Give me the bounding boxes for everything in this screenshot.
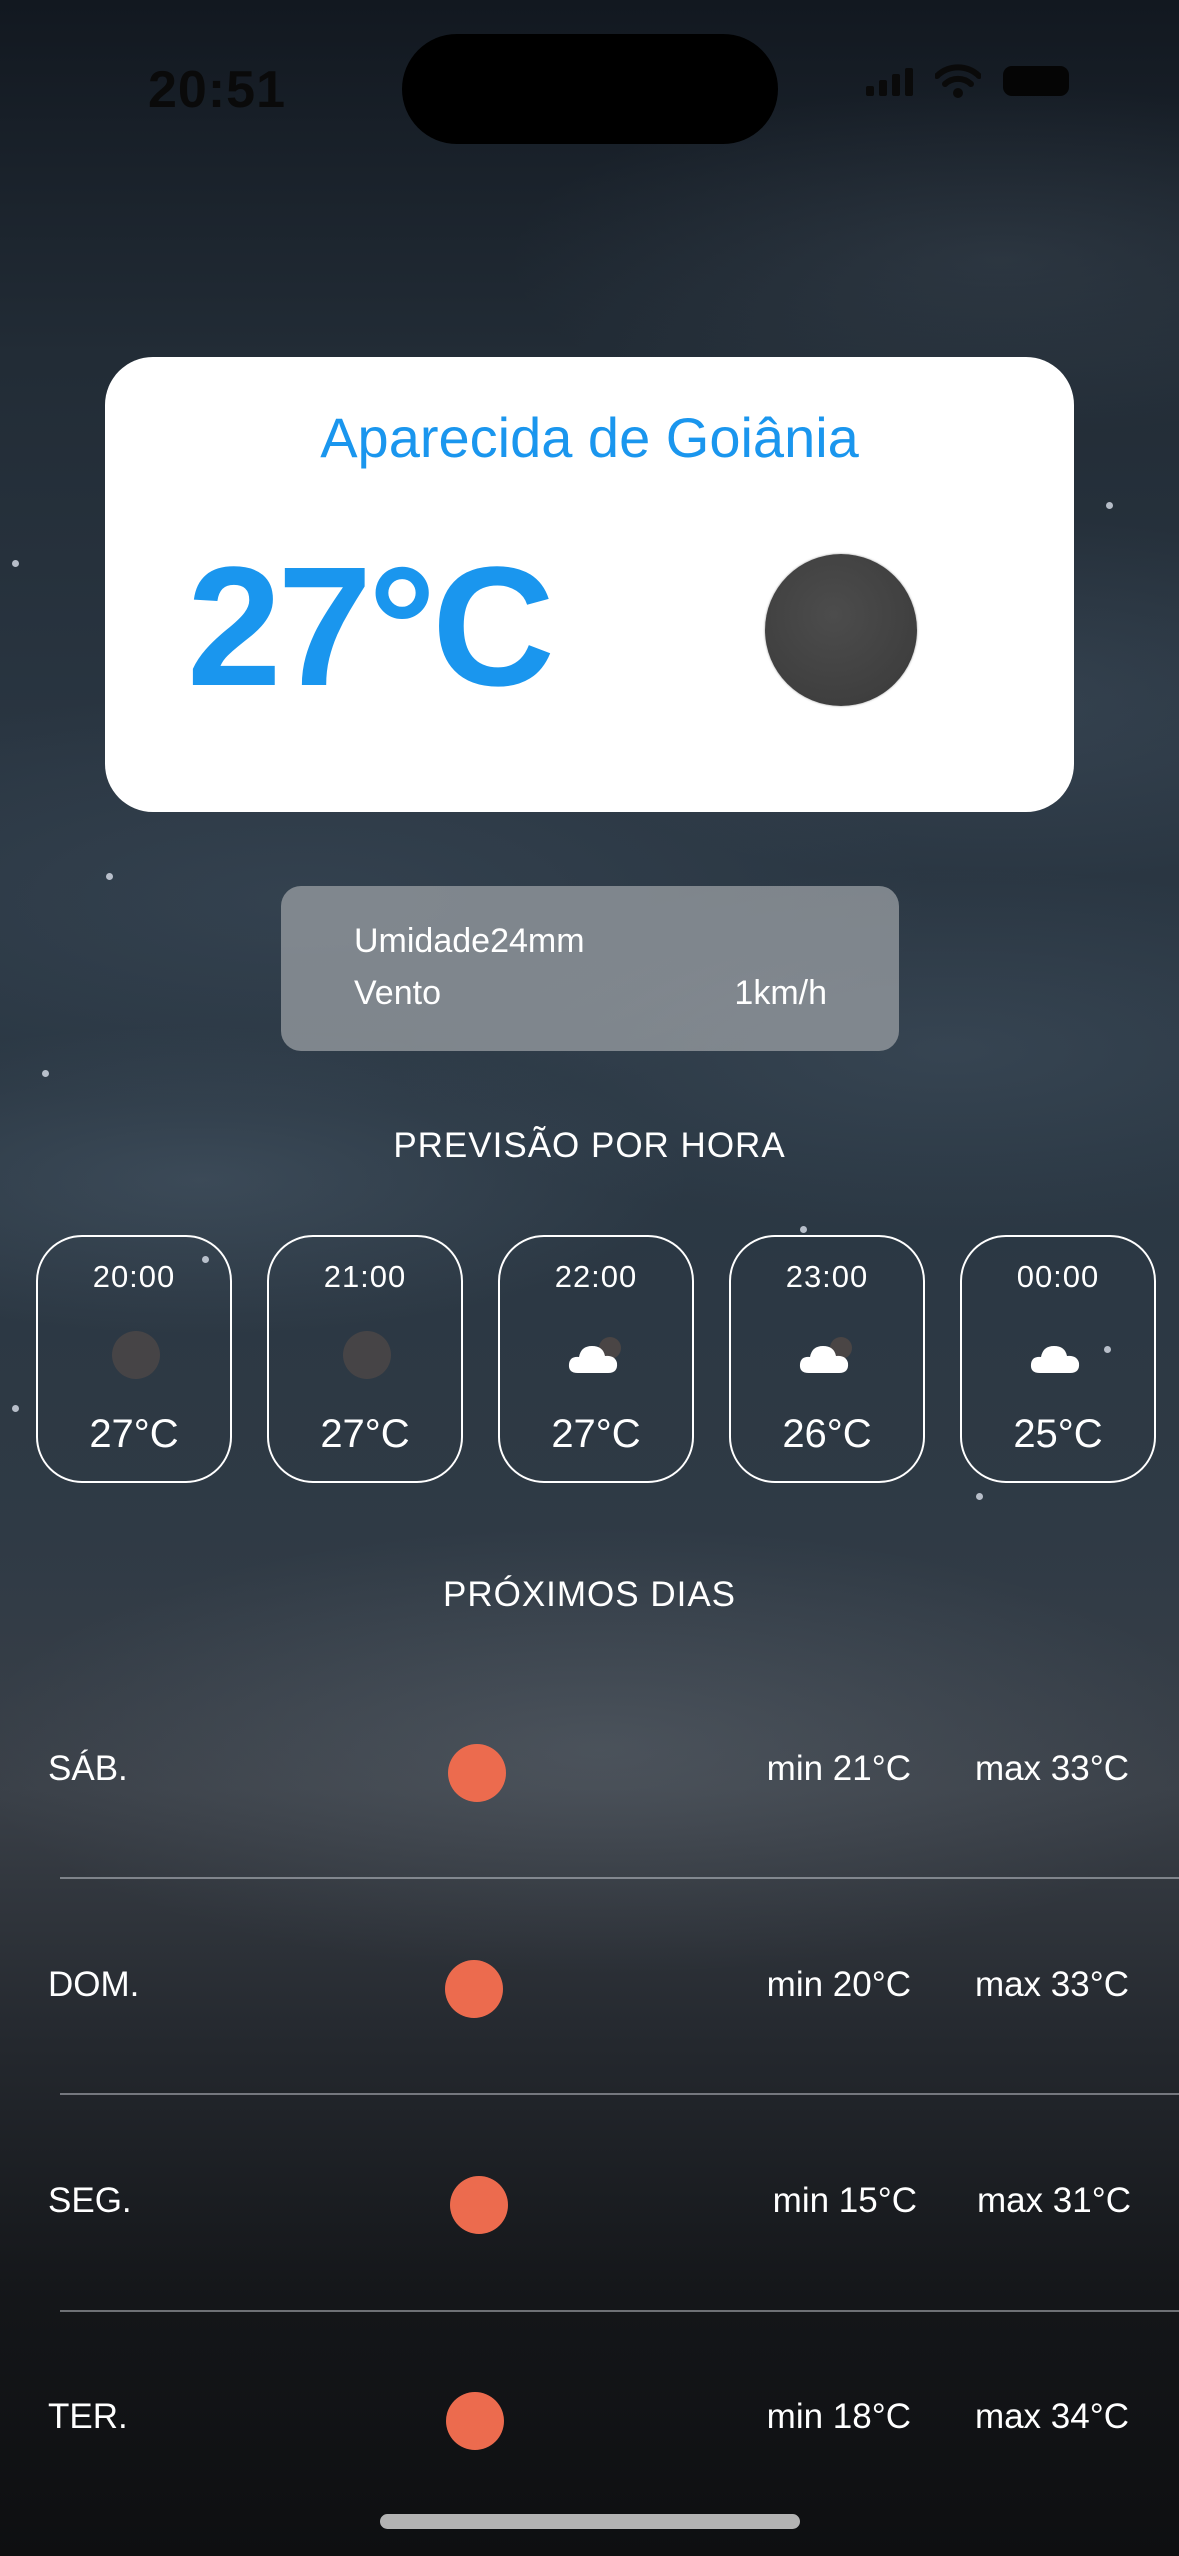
wind-value: 1km/h xyxy=(734,974,827,1012)
battery-icon xyxy=(1003,66,1069,96)
current-temperature: 27°C xyxy=(187,532,555,722)
city-name: Aparecida de Goiânia xyxy=(320,406,859,469)
status-bar-icons xyxy=(866,64,1069,98)
day-min-temperature: min 18°C xyxy=(766,2397,911,2436)
current-weather-card: Aparecida de Goiânia 27°C xyxy=(105,357,1074,812)
hourly-item: 23:00 26°C xyxy=(729,1235,925,1483)
hourly-item: 20:00 27°C xyxy=(36,1235,232,1483)
day-max-temperature: max 33°C xyxy=(974,1965,1129,2004)
day-min-temperature: min 21°C xyxy=(766,1749,911,1788)
sun-icon xyxy=(445,1960,503,2018)
daily-item: DOM. min 20°C max 33°C xyxy=(0,1918,1179,2058)
star-decoration xyxy=(12,560,19,567)
day-max-temperature: max 34°C xyxy=(974,2397,1129,2436)
moon-icon xyxy=(765,554,917,706)
hourly-temperature: 27°C xyxy=(89,1412,179,1456)
hourly-time: 20:00 xyxy=(92,1259,176,1294)
cellular-signal-icon xyxy=(866,66,913,96)
day-min-temperature: min 20°C xyxy=(766,1965,911,2004)
status-bar-time: 20:51 xyxy=(148,61,286,119)
hourly-time: 21:00 xyxy=(323,1259,407,1294)
hourly-item: 22:00 27°C xyxy=(498,1235,694,1483)
hourly-temperature: 25°C xyxy=(1013,1412,1103,1456)
sun-icon xyxy=(446,2392,504,2450)
hourly-time: 00:00 xyxy=(1016,1259,1100,1294)
day-min-temperature: min 15°C xyxy=(772,2181,917,2220)
day-name: SEG. xyxy=(48,2181,132,2220)
dynamic-island xyxy=(402,34,778,144)
moon-icon xyxy=(112,1331,160,1379)
star-decoration xyxy=(12,1405,19,1412)
wifi-icon xyxy=(935,64,981,98)
star-decoration xyxy=(106,873,113,880)
star-decoration xyxy=(976,1493,983,1500)
hourly-temperature: 27°C xyxy=(320,1412,410,1456)
row-divider xyxy=(60,2310,1179,2312)
hourly-time: 23:00 xyxy=(785,1259,869,1294)
hourly-temperature: 27°C xyxy=(551,1412,641,1456)
daily-forecast-title: PRÓXIMOS DIAS xyxy=(442,1575,737,1614)
sun-icon xyxy=(450,2176,508,2234)
hourly-temperature: 26°C xyxy=(782,1412,872,1456)
row-divider xyxy=(60,1877,1179,1879)
daily-item: SÁB. min 21°C max 33°C xyxy=(0,1702,1179,1842)
hourly-time: 22:00 xyxy=(554,1259,638,1294)
cloud-moon-icon xyxy=(799,1337,852,1373)
day-name: DOM. xyxy=(48,1965,140,2004)
sun-icon xyxy=(448,1744,506,1802)
star-decoration xyxy=(1106,502,1113,509)
day-name: SÁB. xyxy=(48,1749,128,1788)
daily-item: TER. min 18°C max 34°C xyxy=(0,2350,1179,2490)
moon-icon xyxy=(343,1331,391,1379)
day-name: TER. xyxy=(48,2397,128,2436)
star-decoration xyxy=(800,1226,807,1233)
cloud-moon-icon xyxy=(568,1337,621,1373)
hourly-item: 21:00 27°C xyxy=(267,1235,463,1483)
day-max-temperature: max 33°C xyxy=(974,1749,1129,1788)
weather-details-box: Umidade24mm Vento 1km/h xyxy=(281,886,899,1051)
wind-label: Vento xyxy=(354,974,441,1012)
star-decoration xyxy=(42,1070,49,1077)
humidity-text: Umidade24mm xyxy=(354,922,585,960)
row-divider xyxy=(60,2093,1179,2095)
hourly-forecast-title: PREVISÃO POR HORA xyxy=(393,1126,786,1165)
cloud-icon xyxy=(1030,1346,1080,1373)
daily-item: SEG. min 15°C max 31°C xyxy=(0,2134,1179,2274)
day-max-temperature: max 31°C xyxy=(976,2181,1131,2220)
hourly-item: 00:00 25°C xyxy=(960,1235,1156,1483)
home-indicator[interactable] xyxy=(380,2514,800,2529)
weather-screen: 20:51 Aparecida de Goiânia 27°C Umidade2… xyxy=(0,0,1179,2556)
